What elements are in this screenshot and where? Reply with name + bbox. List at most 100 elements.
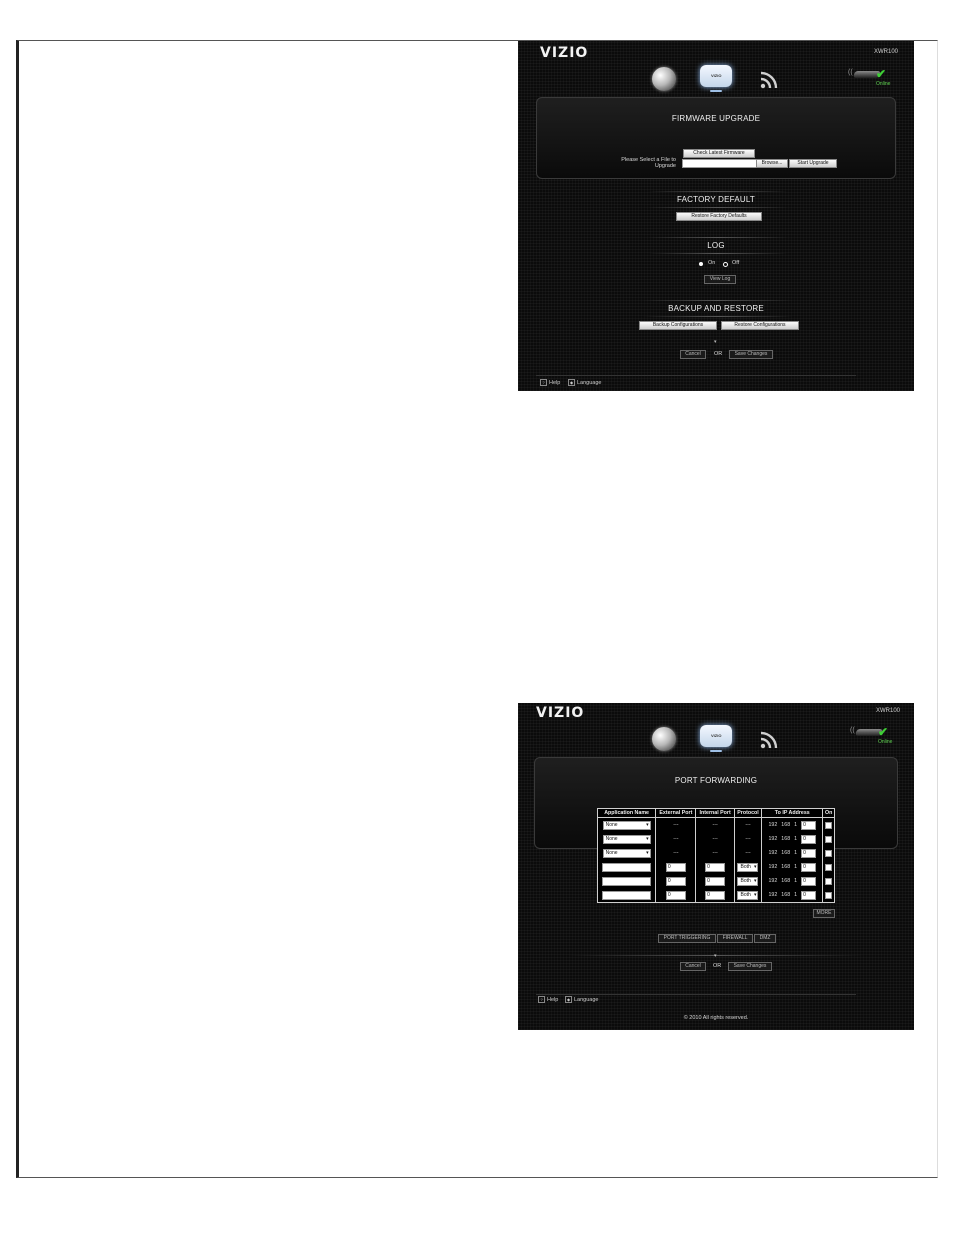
factory-default-title: FACTORY DEFAULT xyxy=(677,195,755,204)
enable-checkbox[interactable] xyxy=(825,863,833,871)
ip-octet: 192 xyxy=(768,822,778,829)
external-port-input[interactable]: 0 xyxy=(665,890,686,900)
firmware-file-input[interactable] xyxy=(682,159,758,168)
ip-octet: 1 xyxy=(794,822,798,829)
online-status-text: Online xyxy=(876,81,891,87)
router-icon[interactable]: VIZIO xyxy=(700,725,732,752)
vizio-logo: VIZIO xyxy=(536,705,585,721)
port-forwarding-screenshot: VIZIO XWR100 VIZIO (( ✔ Online PORT FORW… xyxy=(518,703,914,1030)
internet-globe-icon[interactable] xyxy=(652,67,676,91)
check-icon: ✔ xyxy=(878,725,889,739)
help-link[interactable]: ? Help xyxy=(538,996,558,1003)
backup-configurations-button[interactable]: Backup Configurations xyxy=(639,321,717,330)
or-label: OR xyxy=(714,351,723,357)
wireless-icon[interactable] xyxy=(758,727,782,751)
tab-firewall[interactable]: FIREWALL xyxy=(717,934,753,943)
restore-configurations-button[interactable]: Restore Configurations xyxy=(721,321,799,330)
language-link[interactable]: ◆ Language xyxy=(565,996,598,1003)
external-port-input[interactable]: 0 xyxy=(665,862,686,872)
log-on-radio[interactable] xyxy=(699,262,703,266)
chevron-down-icon: ▾ xyxy=(714,339,717,345)
enable-checkbox[interactable] xyxy=(825,849,833,857)
application-select[interactable]: None xyxy=(602,834,651,844)
application-select[interactable]: None xyxy=(602,820,651,830)
table-row: 0 0 Both 19216810 xyxy=(596,860,835,874)
select-file-label: Please Select a File to Upgrade xyxy=(621,157,676,169)
internet-globe-icon[interactable] xyxy=(652,727,676,751)
internal-port-input[interactable]: 0 xyxy=(705,876,726,886)
ip-address-cell: 192 168 1 0 xyxy=(761,888,824,903)
column-header: Internal Port xyxy=(695,808,735,818)
help-label: Help xyxy=(547,996,559,1003)
antenna-icon: (( xyxy=(848,69,853,76)
router-icon-label: VIZIO xyxy=(711,733,722,738)
ip-last-octet-input[interactable]: 0 xyxy=(801,876,817,886)
router-icon[interactable]: VIZIO xyxy=(700,65,732,92)
application-name-input[interactable] xyxy=(602,876,652,886)
ip-last-octet-input[interactable]: 0 xyxy=(801,820,817,830)
column-header: External Port xyxy=(655,808,697,818)
table-row: None --- --- --- 19216810 xyxy=(596,817,835,832)
save-changes-button[interactable]: Save Changes xyxy=(728,962,772,971)
application-name-input[interactable] xyxy=(602,890,652,900)
ip-octet: 192 xyxy=(768,878,778,885)
enable-checkbox[interactable] xyxy=(825,835,833,843)
application-name-input[interactable] xyxy=(602,862,652,872)
ip-last-octet-input[interactable]: 0 xyxy=(801,848,817,858)
check-latest-firmware-button[interactable]: Check Latest Firmware xyxy=(683,149,755,158)
ip-octet: 168 xyxy=(781,836,791,843)
ip-octet: 168 xyxy=(781,878,791,885)
ip-octet: 168 xyxy=(781,850,791,857)
help-link[interactable]: ? Help xyxy=(540,379,560,386)
backup-restore-title: BACKUP AND RESTORE xyxy=(668,304,764,313)
vizio-logo: VIZIO xyxy=(540,45,589,61)
ip-address-cell: 192 168 1 0 xyxy=(761,846,824,860)
log-off-radio[interactable] xyxy=(723,262,728,267)
ip-last-octet-input[interactable]: 0 xyxy=(801,834,817,844)
enable-checkbox[interactable] xyxy=(825,821,833,829)
browse-button[interactable]: Browse... xyxy=(756,159,788,168)
internal-port-cell: --- xyxy=(695,846,735,860)
footer-divider xyxy=(536,994,856,995)
protocol-select[interactable]: Both xyxy=(737,890,759,900)
protocol-select[interactable]: Both xyxy=(737,876,759,886)
ip-address-cell: 192 168 1 0 xyxy=(761,817,824,832)
model-label: XWR100 xyxy=(875,708,900,714)
table-row: None --- --- --- 19216810 xyxy=(596,846,835,860)
ip-address-cell: 192 168 1 0 xyxy=(761,832,824,846)
factory-divider-top xyxy=(648,191,788,192)
router-icon-label: VIZIO xyxy=(711,73,722,78)
application-select[interactable]: None xyxy=(602,848,651,858)
external-port-cell: --- xyxy=(655,846,697,860)
ip-octet: 1 xyxy=(794,878,798,885)
check-icon: ✔ xyxy=(876,67,887,81)
more-button[interactable]: MORE xyxy=(813,909,835,918)
wireless-icon[interactable] xyxy=(758,67,782,91)
protocol-cell: --- xyxy=(733,817,763,832)
tab-dmz[interactable]: DMZ xyxy=(754,934,776,943)
ip-address-cell: 192 168 1 0 xyxy=(761,860,824,874)
tab-port-triggering[interactable]: PORT TRIGGERING xyxy=(658,934,716,943)
ip-last-octet-input[interactable]: 0 xyxy=(801,862,817,872)
table-row: None --- --- --- 19216810 xyxy=(596,832,835,846)
save-changes-button[interactable]: Save Changes xyxy=(729,350,773,359)
ip-last-octet-input[interactable]: 0 xyxy=(801,890,817,900)
protocol-select[interactable]: Both xyxy=(737,862,759,872)
external-port-input[interactable]: 0 xyxy=(665,876,686,886)
cancel-button[interactable]: Cancel xyxy=(680,350,706,359)
cancel-button[interactable]: Cancel xyxy=(680,962,706,971)
ip-octet: 1 xyxy=(794,836,798,843)
internal-port-input[interactable]: 0 xyxy=(705,862,726,872)
internal-port-input[interactable]: 0 xyxy=(705,890,726,900)
enable-checkbox[interactable] xyxy=(825,891,833,899)
footer-divider xyxy=(536,375,856,376)
restore-factory-defaults-button[interactable]: Restore Factory Defaults xyxy=(676,212,762,221)
help-label: Help xyxy=(549,379,561,386)
start-upgrade-button[interactable]: Start Upgrade xyxy=(789,159,837,168)
ip-octet: 1 xyxy=(794,892,798,899)
column-header: Application Name xyxy=(596,808,657,818)
nav-icon-row: VIZIO xyxy=(646,725,796,755)
view-log-button[interactable]: View Log xyxy=(704,275,736,284)
language-link[interactable]: ◆ Language xyxy=(568,379,601,386)
enable-checkbox[interactable] xyxy=(825,877,833,885)
